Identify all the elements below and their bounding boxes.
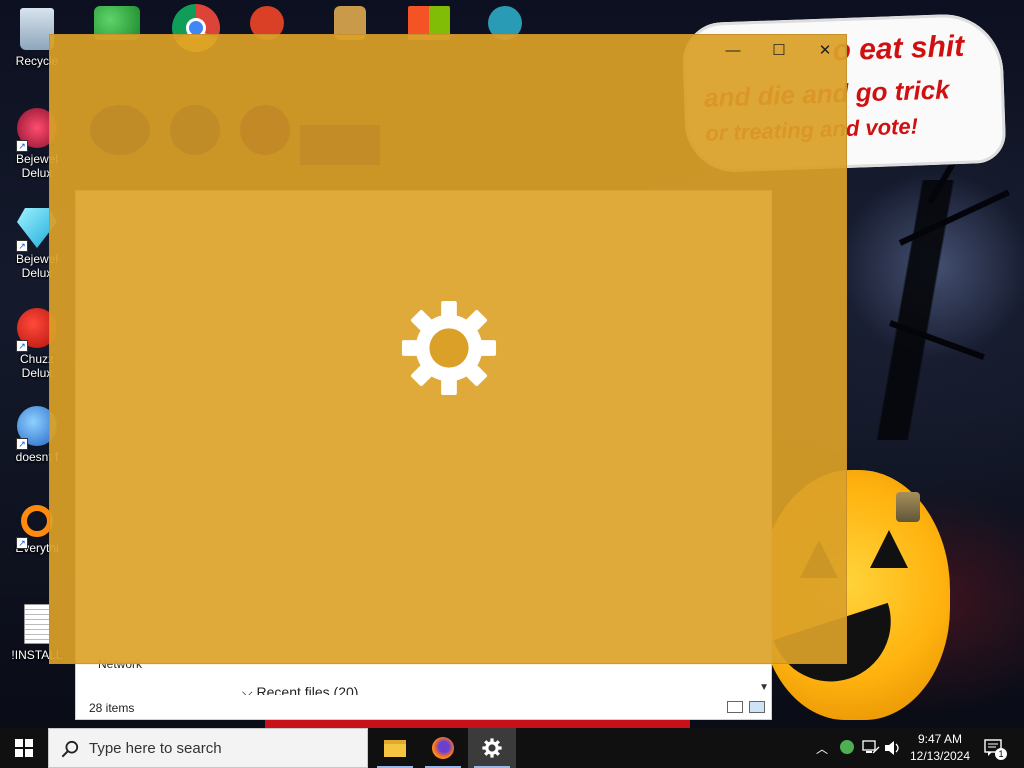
user-tray-icon[interactable] <box>840 740 854 754</box>
taskbar-search-box[interactable]: Type here to search <box>48 728 368 768</box>
close-button[interactable]: ✕ <box>802 35 848 67</box>
clock-time[interactable]: 9:47 AM <box>905 732 975 746</box>
action-center-button[interactable]: 1 <box>978 728 1024 768</box>
ghost-icon <box>240 105 290 155</box>
ghost-icon <box>90 105 150 155</box>
shortcut-arrow-icon: ↗ <box>16 240 28 252</box>
desktop-mini-icon[interactable] <box>896 492 920 522</box>
clock-date[interactable]: 12/13/2024 <box>905 749 975 763</box>
minimize-button[interactable]: — <box>710 35 756 67</box>
item-count: 28 items <box>89 701 135 715</box>
firefox-icon <box>432 737 454 759</box>
scroll-down-icon[interactable]: ▼ <box>759 682 769 693</box>
settings-splash-window: — ☐ ✕ <box>49 34 848 665</box>
taskbar-settings[interactable] <box>468 728 516 768</box>
close-icon: ✕ <box>818 42 832 59</box>
taskbar: Type here to search ︿ 9:47 AM 12/13/2024… <box>0 728 1024 768</box>
taskbar-firefox[interactable] <box>419 728 467 768</box>
maximize-button[interactable]: ☐ <box>756 35 802 67</box>
minimize-icon: — <box>725 42 741 59</box>
tiles-view-icon[interactable] <box>749 701 765 713</box>
volume-icon[interactable] <box>884 740 902 768</box>
network-icon[interactable] <box>862 740 880 768</box>
notification-count-badge: 1 <box>995 748 1007 760</box>
ghost-icon <box>170 105 220 155</box>
folder-icon <box>384 740 406 757</box>
maximize-icon: ☐ <box>772 42 786 59</box>
start-button[interactable] <box>0 728 48 768</box>
settings-gear-small-icon <box>482 738 502 758</box>
show-hidden-icons-chevron-icon[interactable]: ︿ <box>816 740 828 768</box>
sign-line-1: o eat shit <box>831 29 965 68</box>
ghost-explorer-panel <box>76 191 772 665</box>
details-view-icon[interactable] <box>727 701 743 713</box>
wallpaper-red-strip <box>265 719 690 728</box>
wallpaper-tree <box>860 180 1020 440</box>
search-icon <box>61 740 79 758</box>
windows-logo-icon <box>15 739 33 757</box>
shortcut-arrow-icon: ↗ <box>16 340 28 352</box>
explorer-status-bar: 28 items <box>76 695 771 719</box>
shortcut-arrow-icon: ↗ <box>16 140 28 152</box>
search-placeholder: Type here to search <box>89 740 222 757</box>
taskbar-file-explorer[interactable] <box>371 728 419 768</box>
pumpkin-eye <box>870 530 908 568</box>
ghost-icon <box>300 125 380 165</box>
settings-gear-icon <box>401 300 497 396</box>
shortcut-arrow-icon: ↗ <box>16 537 28 549</box>
shortcut-arrow-icon: ↗ <box>16 438 28 450</box>
text-file-icon <box>24 604 50 644</box>
